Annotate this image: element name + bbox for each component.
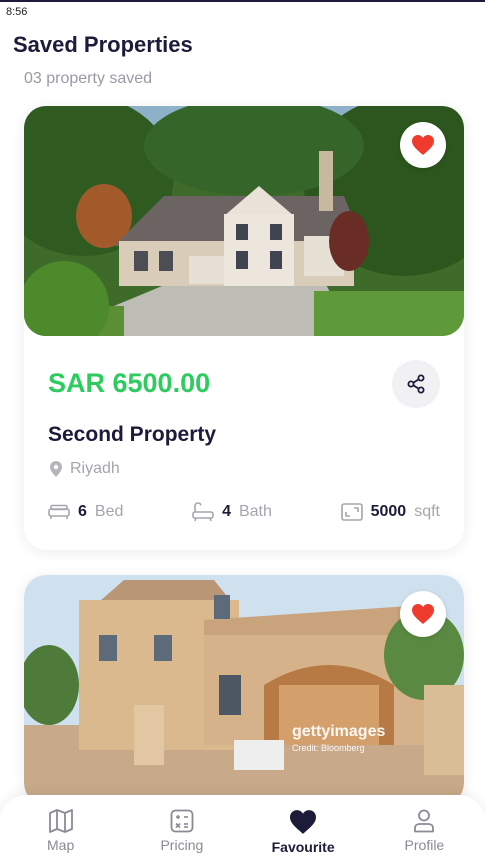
status-time: 8:56 [6, 6, 28, 18]
heart-icon [412, 135, 434, 155]
status-bar-line [0, 0, 485, 2]
nav-label-profile: Profile [404, 837, 445, 853]
area-feature: 5000 sqft [340, 503, 440, 521]
bed-label: Bed [94, 503, 124, 520]
bath-count: 4 [222, 503, 231, 520]
property-photo: gettyimages Credit: Bloomberg [24, 575, 464, 805]
share-button[interactable] [392, 360, 440, 408]
getty-watermark: gettyimages Credit: Bloomberg [292, 723, 385, 753]
property-photo [24, 106, 464, 336]
share-icon [407, 374, 425, 394]
map-icon [48, 809, 73, 833]
bath-label: Bath [238, 503, 272, 520]
saved-count: 03 property saved [24, 70, 153, 87]
bed-feature: 6 Bed [48, 503, 123, 521]
nav-label-favourite: Favourite [271, 839, 335, 855]
favourite-button[interactable] [400, 591, 446, 637]
area-icon [340, 503, 363, 521]
nav-label-map: Map [47, 837, 75, 853]
property-name: Second Property [48, 423, 217, 446]
bath-feature: 4 Bath [192, 502, 272, 522]
bed-count: 6 [78, 503, 87, 520]
nav-item-pricing[interactable]: Pricing [121, 795, 242, 868]
nav-item-map[interactable]: Map [0, 795, 121, 868]
nav-item-profile[interactable]: Profile [364, 795, 485, 868]
area-label: sqft [414, 503, 440, 520]
property-features: 6 Bed 4 Bath 5000 sqft [48, 502, 440, 522]
user-icon [414, 809, 435, 833]
bathtub-icon [192, 502, 214, 522]
heart-icon [290, 810, 317, 834]
nav-item-favourite[interactable]: Favourite [243, 795, 364, 868]
location-text: Riyadh [70, 460, 120, 477]
nav-label-pricing: Pricing [160, 837, 204, 853]
property-price: SAR 6500.00 [48, 368, 211, 398]
watermark-brand: gettyimages [292, 723, 386, 740]
favourite-button[interactable] [400, 122, 446, 168]
bottom-navigation: Map Pricing Favourite Profile [0, 795, 485, 868]
page-title: Saved Properties [13, 32, 193, 57]
area-value: 5000 [370, 503, 407, 520]
property-card[interactable]: gettyimages Credit: Bloomberg [24, 575, 464, 805]
calculator-icon [170, 809, 194, 833]
property-card[interactable]: SAR 6500.00 Second Property Riyadh 6 Bed [24, 106, 464, 550]
heart-icon [412, 604, 434, 624]
watermark-credit: Credit: Bloomberg [292, 743, 365, 753]
location-pin-icon [50, 461, 62, 477]
property-location: Riyadh [50, 460, 120, 478]
bed-icon [48, 504, 70, 519]
